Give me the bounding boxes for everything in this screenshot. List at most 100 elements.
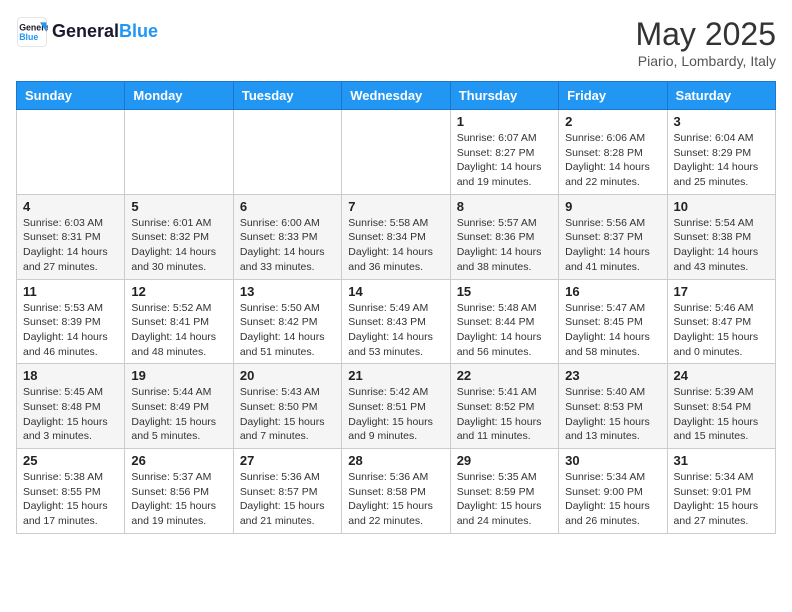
day-info: Sunrise: 5:37 AM Sunset: 8:56 PM Dayligh… [131,470,226,529]
day-number: 26 [131,453,226,468]
day-info: Sunrise: 5:35 AM Sunset: 8:59 PM Dayligh… [457,470,552,529]
day-number: 9 [565,199,660,214]
day-cell: 22 Sunrise: 5:41 AM Sunset: 8:52 PM Dayli… [450,364,558,449]
day-info: Sunrise: 5:36 AM Sunset: 8:58 PM Dayligh… [348,470,443,529]
day-cell: 20 Sunrise: 5:43 AM Sunset: 8:50 PM Dayli… [233,364,341,449]
logo-text: GeneralBlue [52,22,158,42]
col-header-tuesday: Tuesday [233,82,341,110]
day-info: Sunrise: 6:03 AM Sunset: 8:31 PM Dayligh… [23,216,118,275]
day-number: 21 [348,368,443,383]
day-cell: 11 Sunrise: 5:53 AM Sunset: 8:39 PM Dayli… [17,279,125,364]
day-info: Sunrise: 5:52 AM Sunset: 8:41 PM Dayligh… [131,301,226,360]
day-cell: 8 Sunrise: 5:57 AM Sunset: 8:36 PM Daylig… [450,194,558,279]
day-info: Sunrise: 5:50 AM Sunset: 8:42 PM Dayligh… [240,301,335,360]
day-cell: 31 Sunrise: 5:34 AM Sunset: 9:01 PM Dayli… [667,449,775,534]
day-number: 22 [457,368,552,383]
day-number: 2 [565,114,660,129]
page-header: General Blue GeneralBlue May 2025 Piario… [16,16,776,69]
week-row-2: 4 Sunrise: 6:03 AM Sunset: 8:31 PM Daylig… [17,194,776,279]
week-row-3: 11 Sunrise: 5:53 AM Sunset: 8:39 PM Dayli… [17,279,776,364]
logo-icon: General Blue [16,16,48,48]
day-number: 24 [674,368,769,383]
day-cell: 16Sunrise: 5:47 AM Sunset: 8:45 PM Dayli… [559,279,667,364]
day-cell: 1 Sunrise: 6:07 AM Sunset: 8:27 PM Daylig… [450,110,558,195]
day-info: Sunrise: 5:49 AM Sunset: 8:43 PM Dayligh… [348,301,443,360]
month-title: May 2025 [635,16,776,53]
day-info: Sunrise: 6:07 AM Sunset: 8:27 PM Dayligh… [457,131,552,190]
day-number: 27 [240,453,335,468]
day-cell: 19 Sunrise: 5:44 AM Sunset: 8:49 PM Dayli… [125,364,233,449]
day-number: 30 [565,453,660,468]
day-info: Sunrise: 5:53 AM Sunset: 8:39 PM Dayligh… [23,301,118,360]
col-header-friday: Friday [559,82,667,110]
day-number: 3 [674,114,769,129]
day-info: Sunrise: 5:41 AM Sunset: 8:52 PM Dayligh… [457,385,552,444]
day-number: 4 [23,199,118,214]
day-cell: 15 Sunrise: 5:48 AM Sunset: 8:44 PM Dayli… [450,279,558,364]
day-info: Sunrise: 5:39 AM Sunset: 8:54 PM Dayligh… [674,385,769,444]
day-number: 16 [565,284,660,299]
day-info: Sunrise: 6:01 AM Sunset: 8:32 PM Dayligh… [131,216,226,275]
day-number: 18 [23,368,118,383]
day-cell: 17Sunrise: 5:46 AM Sunset: 8:47 PM Dayli… [667,279,775,364]
day-number: 19 [131,368,226,383]
day-cell: 14Sunrise: 5:49 AM Sunset: 8:43 PM Dayli… [342,279,450,364]
day-cell: 29Sunrise: 5:35 AM Sunset: 8:59 PM Dayli… [450,449,558,534]
day-cell [342,110,450,195]
day-info: Sunrise: 5:46 AM Sunset: 8:47 PM Dayligh… [674,301,769,360]
day-info: Sunrise: 5:44 AM Sunset: 8:49 PM Dayligh… [131,385,226,444]
day-cell: 3 Sunrise: 6:04 AM Sunset: 8:29 PM Daylig… [667,110,775,195]
col-header-sunday: Sunday [17,82,125,110]
day-cell: 13 Sunrise: 5:50 AM Sunset: 8:42 PM Dayli… [233,279,341,364]
day-cell: 2 Sunrise: 6:06 AM Sunset: 8:28 PM Daylig… [559,110,667,195]
day-cell: 7 Sunrise: 5:58 AM Sunset: 8:34 PM Daylig… [342,194,450,279]
day-number: 13 [240,284,335,299]
day-number: 1 [457,114,552,129]
week-row-5: 25 Sunrise: 5:38 AM Sunset: 8:55 PM Dayli… [17,449,776,534]
day-info: Sunrise: 5:58 AM Sunset: 8:34 PM Dayligh… [348,216,443,275]
day-cell: 30 Sunrise: 5:34 AM Sunset: 9:00 PM Dayli… [559,449,667,534]
day-cell [17,110,125,195]
day-cell: 10Sunrise: 5:54 AM Sunset: 8:38 PM Dayli… [667,194,775,279]
day-info: Sunrise: 5:34 AM Sunset: 9:01 PM Dayligh… [674,470,769,529]
calendar-header-row: SundayMondayTuesdayWednesdayThursdayFrid… [17,82,776,110]
day-number: 12 [131,284,226,299]
col-header-monday: Monday [125,82,233,110]
day-info: Sunrise: 5:54 AM Sunset: 8:38 PM Dayligh… [674,216,769,275]
day-info: Sunrise: 5:57 AM Sunset: 8:36 PM Dayligh… [457,216,552,275]
day-cell: 24 Sunrise: 5:39 AM Sunset: 8:54 PM Dayli… [667,364,775,449]
day-number: 25 [23,453,118,468]
col-header-wednesday: Wednesday [342,82,450,110]
svg-text:Blue: Blue [19,32,38,42]
day-info: Sunrise: 5:45 AM Sunset: 8:48 PM Dayligh… [23,385,118,444]
day-info: Sunrise: 5:56 AM Sunset: 8:37 PM Dayligh… [565,216,660,275]
day-info: Sunrise: 5:43 AM Sunset: 8:50 PM Dayligh… [240,385,335,444]
col-header-thursday: Thursday [450,82,558,110]
day-info: Sunrise: 6:04 AM Sunset: 8:29 PM Dayligh… [674,131,769,190]
location: Piario, Lombardy, Italy [635,53,776,69]
day-cell [125,110,233,195]
day-number: 31 [674,453,769,468]
week-row-4: 18 Sunrise: 5:45 AM Sunset: 8:48 PM Dayli… [17,364,776,449]
day-info: Sunrise: 5:42 AM Sunset: 8:51 PM Dayligh… [348,385,443,444]
day-cell: 28Sunrise: 5:36 AM Sunset: 8:58 PM Dayli… [342,449,450,534]
day-cell: 26 Sunrise: 5:37 AM Sunset: 8:56 PM Dayli… [125,449,233,534]
logo: General Blue GeneralBlue [16,16,158,48]
day-number: 8 [457,199,552,214]
day-info: Sunrise: 5:34 AM Sunset: 9:00 PM Dayligh… [565,470,660,529]
day-number: 23 [565,368,660,383]
day-number: 20 [240,368,335,383]
day-cell: 25 Sunrise: 5:38 AM Sunset: 8:55 PM Dayli… [17,449,125,534]
title-block: May 2025 Piario, Lombardy, Italy [635,16,776,69]
day-cell: 18 Sunrise: 5:45 AM Sunset: 8:48 PM Dayli… [17,364,125,449]
day-cell: 5Sunrise: 6:01 AM Sunset: 8:32 PM Daylig… [125,194,233,279]
day-number: 7 [348,199,443,214]
day-cell: 27Sunrise: 5:36 AM Sunset: 8:57 PM Dayli… [233,449,341,534]
col-header-saturday: Saturday [667,82,775,110]
day-info: Sunrise: 5:38 AM Sunset: 8:55 PM Dayligh… [23,470,118,529]
day-number: 11 [23,284,118,299]
day-info: Sunrise: 6:06 AM Sunset: 8:28 PM Dayligh… [565,131,660,190]
day-number: 15 [457,284,552,299]
day-cell: 12 Sunrise: 5:52 AM Sunset: 8:41 PM Dayli… [125,279,233,364]
day-info: Sunrise: 5:48 AM Sunset: 8:44 PM Dayligh… [457,301,552,360]
